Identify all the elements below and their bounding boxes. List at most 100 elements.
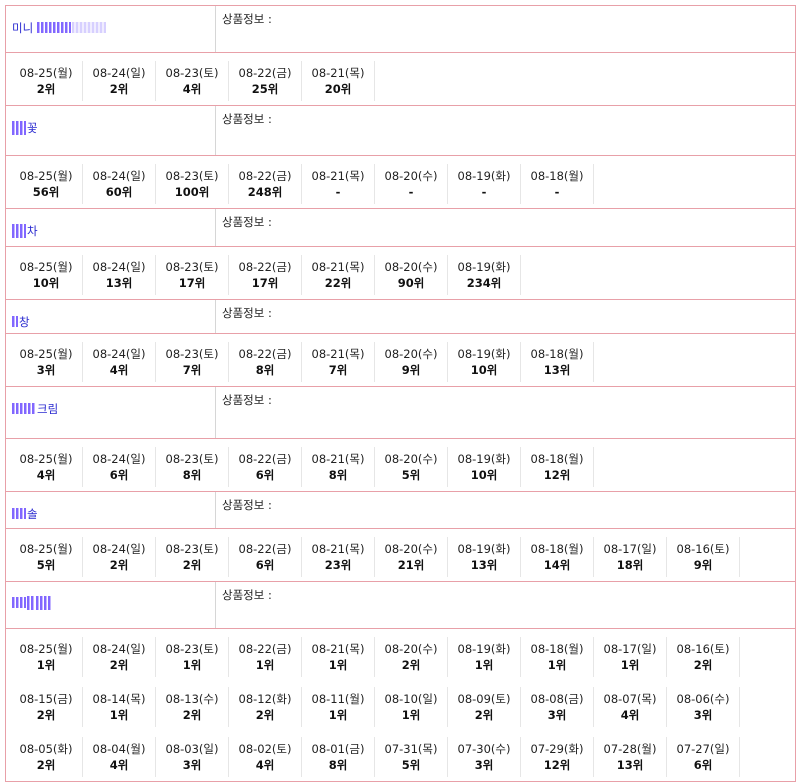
product-name[interactable]: 솔 <box>6 492 216 528</box>
redacted-name-segment <box>12 403 36 414</box>
rank-value: 5위 <box>36 558 56 572</box>
rank-value: 8위 <box>328 758 348 772</box>
rank-value: 4위 <box>620 708 640 722</box>
rank-date: 08-20(수) <box>384 260 438 274</box>
rank-date: 08-09(토) <box>457 692 511 706</box>
rank-value: 248위 <box>247 185 283 199</box>
rank-value: 23위 <box>324 558 352 572</box>
rank-value: 4위 <box>109 363 129 377</box>
rank-value: 6위 <box>693 758 713 772</box>
rank-value: 9위 <box>693 558 713 572</box>
rank-cell: 08-22(금) 17위 <box>229 255 302 295</box>
rank-value: 2위 <box>693 658 713 672</box>
rank-value: 90위 <box>397 276 425 290</box>
rank-cell: 08-03(일) 3위 <box>156 737 229 777</box>
rank-value: - <box>481 185 487 199</box>
rank-date: 08-24(일) <box>92 169 146 183</box>
rank-value: 3위 <box>547 708 567 722</box>
rank-cell: 08-21(목) 7위 <box>302 342 375 382</box>
rank-cell: 08-25(월) 4위 <box>10 447 83 487</box>
rank-date: 08-25(월) <box>19 347 73 361</box>
rank-value: 3위 <box>182 758 202 772</box>
rank-value: 1위 <box>620 658 640 672</box>
rank-date: 08-20(수) <box>384 347 438 361</box>
rank-cell: 07-28(월) 13위 <box>594 737 667 777</box>
rank-date: 08-18(월) <box>530 452 584 466</box>
rank-cell: 08-22(금) 1위 <box>229 637 302 677</box>
rank-value: 8위 <box>328 468 348 482</box>
rank-value: 2위 <box>401 658 421 672</box>
rank-cell: 08-25(월) 56위 <box>10 164 83 204</box>
rank-date: 08-21(목) <box>311 452 365 466</box>
rank-value: 3위 <box>474 758 494 772</box>
rank-cell: 08-16(토) 2위 <box>667 637 740 677</box>
rank-value: 2위 <box>109 82 129 96</box>
product-name[interactable] <box>6 582 216 628</box>
product-block: 창 상품정보 :08-25(월) 3위 08-24(일) 4위 08-23(토) 7위 08-… <box>5 299 796 386</box>
product-name[interactable]: 꽃 <box>6 106 216 155</box>
rank-value: 10위 <box>470 468 498 482</box>
product-name[interactable]: 미니 <box>6 6 216 52</box>
rank-history: 08-25(월) 2위 08-24(일) 2위 08-23(토) 4위 08-22(금) 25… <box>6 53 795 105</box>
rank-cell: 07-30(수) 3위 <box>448 737 521 777</box>
rank-date: 08-21(목) <box>311 66 365 80</box>
rank-date: 08-05(화) <box>19 742 73 756</box>
rank-cell: 08-19(화) 10위 <box>448 447 521 487</box>
rank-cell: 08-11(월) 1위 <box>302 687 375 727</box>
rank-date: 08-19(화) <box>457 452 511 466</box>
rank-cell: 08-18(월) 12위 <box>521 447 594 487</box>
rank-value: 56위 <box>32 185 60 199</box>
rank-cell: 08-19(화) 1위 <box>448 637 521 677</box>
product-name[interactable]: 크림 <box>6 387 216 438</box>
rank-date: 08-21(목) <box>311 169 365 183</box>
product-name-label: 미니 <box>12 21 34 35</box>
rank-value: 2위 <box>182 558 202 572</box>
product-header: 크림 상품정보 : <box>6 387 795 439</box>
rank-row: 08-05(화) 2위 08-04(월) 4위 08-03(일) 3위 08-02(토) 4위… <box>10 737 795 777</box>
rank-value: 25위 <box>251 82 279 96</box>
rank-date: 08-01(금) <box>311 742 365 756</box>
rank-date: 08-22(금) <box>238 542 292 556</box>
product-name-label: 크림 <box>37 402 59 416</box>
rank-cell: 08-06(수) 3위 <box>667 687 740 727</box>
rank-cell: 08-15(금) 2위 <box>10 687 83 727</box>
product-name[interactable]: 창 <box>6 300 216 333</box>
product-block: 크림 상품정보 :08-25(월) 4위 08-24(일) 6위 08-23(토) 8위 08… <box>5 386 796 491</box>
rank-date: 08-25(월) <box>19 169 73 183</box>
rank-value: 2위 <box>182 708 202 722</box>
rank-value: 21위 <box>397 558 425 572</box>
rank-value: 14위 <box>543 558 571 572</box>
rank-date: 08-25(월) <box>19 260 73 274</box>
redacted-name-segment <box>12 316 18 327</box>
rank-cell: 08-08(금) 3위 <box>521 687 594 727</box>
rank-cell: 08-25(월) 3위 <box>10 342 83 382</box>
rank-cell: 08-24(일) 4위 <box>83 342 156 382</box>
rank-value: 10위 <box>470 363 498 377</box>
rank-date: 08-18(월) <box>530 169 584 183</box>
rank-value: 1위 <box>328 658 348 672</box>
rank-cell: 08-18(월) 1위 <box>521 637 594 677</box>
rank-cell: 08-01(금) 8위 <box>302 737 375 777</box>
rank-date: 08-19(화) <box>457 260 511 274</box>
product-name-label: 차 <box>27 224 38 238</box>
rank-cell: 08-19(화) 10위 <box>448 342 521 382</box>
rank-cell: 08-23(토) 8위 <box>156 447 229 487</box>
rank-cell: 08-25(월) 10위 <box>10 255 83 295</box>
rank-value: 12위 <box>543 468 571 482</box>
rank-value: 4위 <box>182 82 202 96</box>
rank-value: 13위 <box>470 558 498 572</box>
redacted-name-segment <box>37 22 72 33</box>
rank-value: 9위 <box>401 363 421 377</box>
rank-date: 08-24(일) <box>92 260 146 274</box>
rank-value: - <box>408 185 414 199</box>
rank-cell: 08-21(목) 1위 <box>302 637 375 677</box>
rank-date: 07-30(수) <box>457 742 511 756</box>
rank-value: 7위 <box>328 363 348 377</box>
rank-row: 08-25(월) 56위 08-24(일) 60위 08-23(토) 100위 08-22(… <box>10 164 795 204</box>
product-name[interactable]: 차 <box>6 209 216 246</box>
rank-date: 08-24(일) <box>92 642 146 656</box>
rank-value: 1위 <box>109 708 129 722</box>
rank-date: 08-22(금) <box>238 452 292 466</box>
rank-date: 08-18(월) <box>530 642 584 656</box>
rank-cell: 07-31(목) 5위 <box>375 737 448 777</box>
